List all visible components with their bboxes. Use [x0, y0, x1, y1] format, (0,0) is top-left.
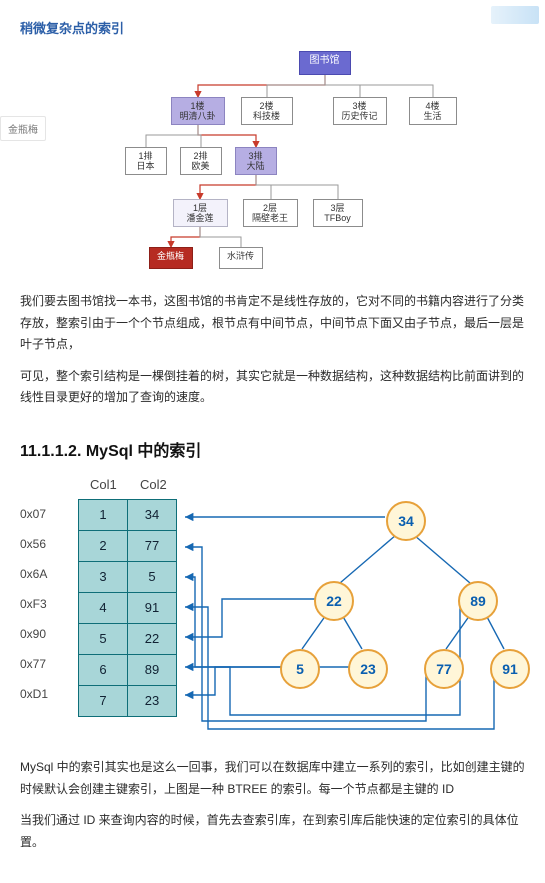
btree-node-89: 89 [458, 581, 498, 621]
addr-2: 0x6A [20, 567, 47, 581]
btree-node-91: 91 [490, 649, 530, 689]
diagram-library-tree: 图书馆 1楼明清八卦 2楼科技楼 3楼历史传记 4楼生活 1排日本 2排欧美 3… [63, 47, 483, 277]
tree-floor3: 3楼历史传记 [333, 97, 387, 125]
tree-book1: 金瓶梅 [149, 247, 193, 269]
btree-node-22: 22 [314, 581, 354, 621]
diagram-btree: Col1 Col2 0x07 0x56 0x6A 0xF3 0x90 0x77 … [20, 477, 525, 747]
section-title: 稍微复杂点的索引 [20, 18, 525, 37]
page: 稍微复杂点的索引 金瓶梅 [0, 0, 545, 883]
tree-root: 图书馆 [299, 51, 351, 75]
table-row: 491 [79, 592, 177, 623]
btree-node-77: 77 [424, 649, 464, 689]
tree-row3: 3排大陆 [235, 147, 277, 175]
tree-shelf1: 1层潘金莲 [173, 199, 228, 227]
col2-header: Col2 [140, 477, 167, 492]
addr-6: 0xD1 [20, 687, 48, 701]
tree-floor2: 2楼科技楼 [241, 97, 293, 125]
col1-header: Col1 [90, 477, 117, 492]
paragraph-4: 当我们通过 ID 来查询内容的时候，首先去查索引库，在到索引库后能快速的定位索引… [20, 810, 525, 853]
tree-row2: 2排欧美 [180, 147, 222, 175]
tree-floor1: 1楼明清八卦 [171, 97, 225, 125]
table-row: 723 [79, 685, 177, 716]
table-row: 277 [79, 530, 177, 561]
paragraph-2: 可见，整个索引结构是一棵倒挂着的树，其实它就是一种数据结构，这种数据结构比前面讲… [20, 366, 525, 409]
decor-top-right [491, 6, 539, 24]
btree-node-23: 23 [348, 649, 388, 689]
tree-shelf2: 2层隔壁老王 [243, 199, 298, 227]
tree-row1: 1排日本 [125, 147, 167, 175]
table-row: 134 [79, 499, 177, 530]
paragraph-3: MySql 中的索引其实也是这么一回事，我们可以在数据库中建立一系列的索引，比如… [20, 757, 525, 800]
tree-floor4: 4楼生活 [409, 97, 457, 125]
bookmark-label: 金瓶梅 [0, 116, 46, 141]
addr-0: 0x07 [20, 507, 46, 521]
addr-3: 0xF3 [20, 597, 47, 611]
addr-5: 0x77 [20, 657, 46, 671]
addr-4: 0x90 [20, 627, 46, 641]
table-row: 35 [79, 561, 177, 592]
table-row: 689 [79, 654, 177, 685]
paragraph-1: 我们要去图书馆找一本书，这图书馆的书肯定不是线性存放的，它对不同的书籍内容进行了… [20, 291, 525, 356]
tree-shelf3: 3层TFBoy [313, 199, 363, 227]
data-table: 134 277 35 491 522 689 723 [78, 499, 177, 717]
table-row: 522 [79, 623, 177, 654]
heading-mysql-index: 11.1.1.2. MySql 中的索引 [20, 437, 525, 461]
addr-1: 0x56 [20, 537, 46, 551]
btree-node-34: 34 [386, 501, 426, 541]
tree-book2: 水浒传 [219, 247, 263, 269]
btree-node-5: 5 [280, 649, 320, 689]
